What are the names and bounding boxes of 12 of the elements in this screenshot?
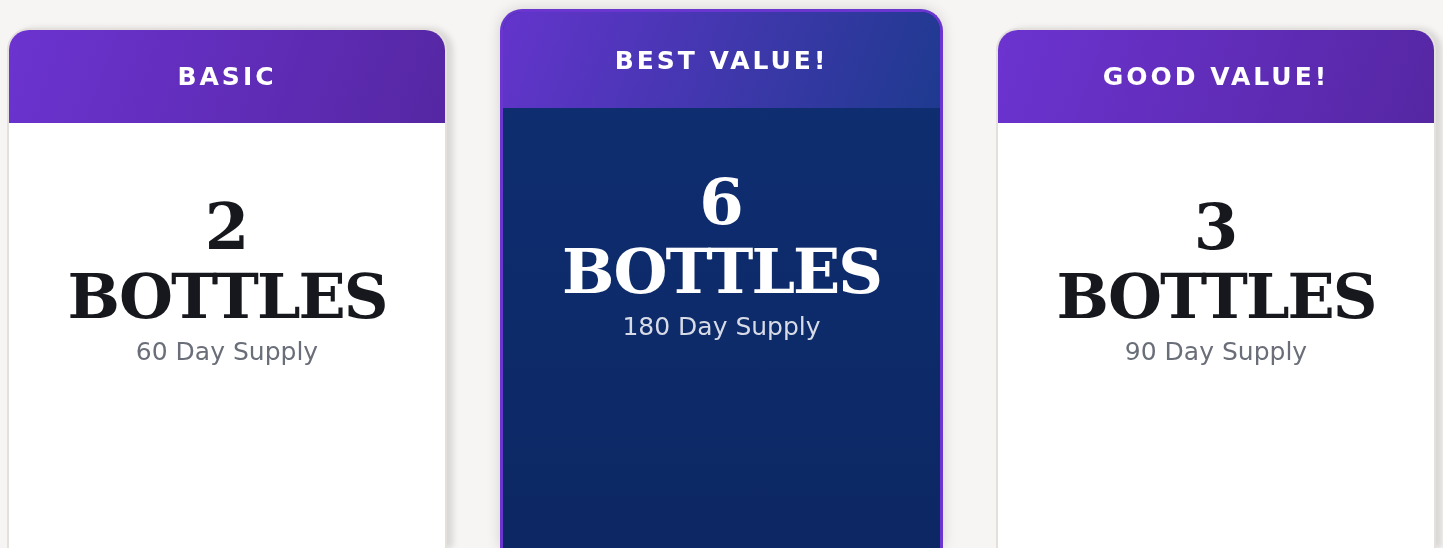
bottle-count: 2	[204, 195, 250, 259]
plan-label: GOOD VALUE!	[1102, 62, 1330, 91]
unit-label: BOTTLES	[1056, 259, 1376, 335]
supply-text: 90 Day Supply	[1124, 337, 1308, 366]
plan-label: BASIC	[177, 62, 277, 91]
unit-label: BOTTLES	[67, 259, 387, 335]
supply-text: 60 Day Supply	[135, 337, 319, 366]
bottle-count: 3	[1193, 195, 1239, 259]
bottle-count: 6	[699, 170, 744, 234]
supply-text: 180 Day Supply	[622, 312, 821, 341]
plan-label: BEST VALUE!	[614, 45, 829, 75]
unit-label: BOTTLES	[561, 234, 882, 310]
